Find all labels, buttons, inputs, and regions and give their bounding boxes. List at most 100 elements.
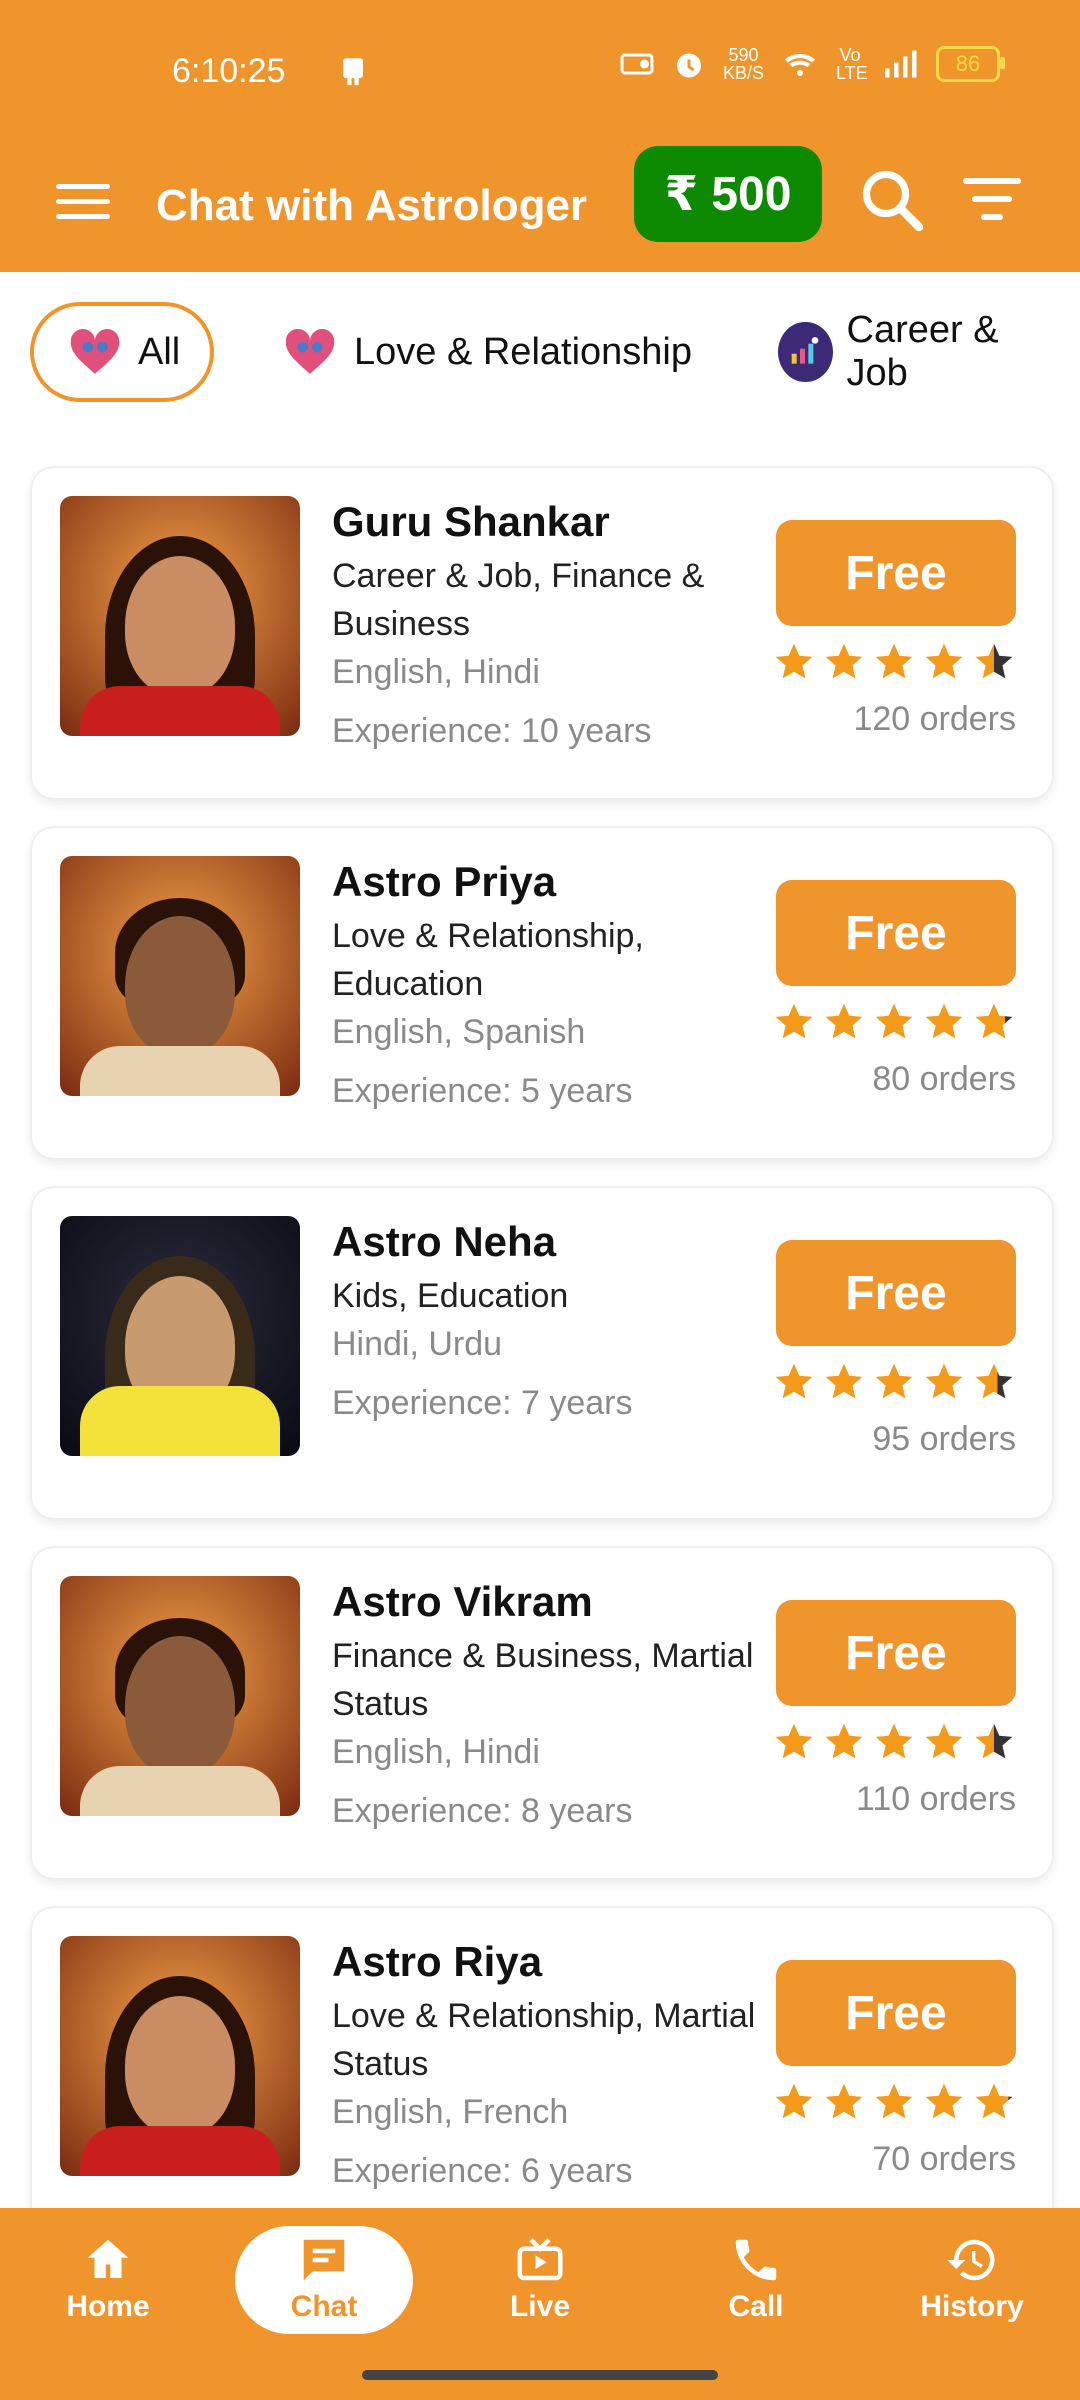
free-chat-button[interactable]: Free bbox=[776, 520, 1016, 626]
star-rating bbox=[772, 2080, 1022, 2124]
avatar bbox=[60, 1576, 300, 1816]
star-icon bbox=[875, 1363, 913, 1399]
astrologer-experience: Experience: 7 years bbox=[332, 1384, 633, 1422]
nav-home[interactable]: Home bbox=[28, 2230, 188, 2324]
chip-love-relationship[interactable]: Love & Relationship bbox=[248, 302, 722, 402]
free-chat-button[interactable]: Free bbox=[776, 880, 1016, 986]
home-icon bbox=[87, 2239, 129, 2278]
star-icon bbox=[875, 1723, 913, 1759]
astrologer-skills: Love & Relationship, Education bbox=[332, 917, 644, 1003]
star-rating bbox=[772, 640, 1022, 684]
avatar bbox=[60, 856, 300, 1096]
battery-icon: 86 bbox=[936, 46, 1005, 82]
orders-count: 95 orders bbox=[872, 1420, 1016, 1458]
star-icon bbox=[975, 1003, 1013, 1039]
nav-chat[interactable]: Chat bbox=[235, 2226, 413, 2334]
orders-count: 120 orders bbox=[853, 700, 1016, 738]
notification-icon bbox=[343, 58, 363, 86]
orders-count: 70 orders bbox=[872, 2140, 1016, 2178]
astrologer-card[interactable]: Astro Neha Kids, Education Hindi, Urdu E… bbox=[30, 1186, 1054, 1520]
nav-label: Call bbox=[728, 2290, 784, 2323]
star-icon bbox=[825, 1003, 863, 1039]
chip-label: Career & Job bbox=[846, 309, 999, 394]
filter-icon[interactable] bbox=[952, 168, 1032, 232]
career-icon bbox=[778, 322, 833, 382]
astrologer-skills: Love & Relationship, Martial Status bbox=[332, 1997, 756, 2083]
astrologer-languages: Hindi, Urdu bbox=[332, 1325, 503, 1363]
chat-icon bbox=[303, 2239, 345, 2281]
star-icon bbox=[825, 1723, 863, 1759]
astrologer-name: Astro Vikram bbox=[332, 1578, 593, 1625]
star-icon bbox=[975, 1363, 1013, 1399]
astrologer-name: Astro Neha bbox=[332, 1218, 557, 1265]
astrologer-skills: Kids, Education bbox=[332, 1277, 569, 1315]
avatar bbox=[60, 496, 300, 736]
astrologer-skills: Finance & Business, Martial Status bbox=[332, 1637, 754, 1723]
status-icons: 590 KB/S Vo LTE 86 bbox=[619, 45, 1005, 83]
star-icon bbox=[825, 1363, 863, 1399]
heart-couple-icon bbox=[66, 322, 124, 382]
chip-label: Love & Relationship bbox=[354, 330, 692, 373]
astrologer-name: Astro Priya bbox=[332, 858, 557, 905]
astrologer-experience: Experience: 10 years bbox=[332, 712, 652, 750]
cast-icon bbox=[620, 53, 654, 75]
menu-icon[interactable] bbox=[56, 174, 120, 238]
phone-icon bbox=[735, 2239, 777, 2281]
status-bar: 6:10:25 590 KB/S Vo LTE 86 bbox=[0, 0, 1080, 140]
history-icon bbox=[947, 2239, 995, 2281]
astrologer-card[interactable]: Astro Vikram Finance & Business, Martial… bbox=[30, 1546, 1054, 1880]
star-icon bbox=[875, 643, 913, 679]
star-icon bbox=[775, 1723, 813, 1759]
volte-label: Vo LTE bbox=[836, 45, 868, 83]
alarm-icon bbox=[676, 53, 701, 78]
orders-count: 110 orders bbox=[855, 1780, 1016, 1818]
astrologer-languages: English, Hindi bbox=[332, 653, 540, 691]
signal-icon bbox=[885, 50, 917, 78]
star-icon bbox=[975, 643, 1013, 679]
astrologer-languages: English, Hindi bbox=[332, 1733, 540, 1771]
nav-live[interactable]: Live bbox=[460, 2230, 620, 2324]
star-icon bbox=[925, 643, 963, 679]
star-icon bbox=[825, 2083, 863, 2119]
star-icon bbox=[925, 2083, 963, 2119]
page-title: Chat with Astrologer bbox=[156, 181, 588, 230]
search-icon[interactable] bbox=[856, 164, 928, 236]
free-chat-button[interactable]: Free bbox=[776, 1240, 1016, 1346]
nav-label: History bbox=[920, 2290, 1024, 2323]
star-icon bbox=[975, 2083, 1013, 2119]
net-speed-unit: KB/S bbox=[722, 63, 764, 83]
astrologer-experience: Experience: 5 years bbox=[332, 1072, 633, 1110]
star-rating bbox=[772, 1720, 1022, 1764]
astrologer-experience: Experience: 8 years bbox=[332, 1792, 633, 1830]
free-chat-button[interactable]: Free bbox=[776, 1960, 1016, 2066]
free-chat-button[interactable]: Free bbox=[776, 1600, 1016, 1706]
star-icon bbox=[925, 1723, 963, 1759]
astrologer-experience: Experience: 6 years bbox=[332, 2152, 633, 2190]
nav-history[interactable]: History bbox=[892, 2230, 1052, 2324]
heart-couple-icon bbox=[280, 322, 340, 382]
battery-level: 86 bbox=[955, 51, 981, 76]
app-bar: Chat with Astrologer ₹ 500 bbox=[0, 140, 1080, 272]
net-speed: 590 KB/S bbox=[723, 46, 764, 82]
star-icon bbox=[925, 1003, 963, 1039]
astrologer-card[interactable]: Astro Priya Love & Relationship, Educati… bbox=[30, 826, 1054, 1160]
nav-call[interactable]: Call bbox=[676, 2230, 836, 2324]
live-tv-icon bbox=[517, 2238, 563, 2281]
star-icon bbox=[775, 1363, 813, 1399]
astrologer-languages: English, French bbox=[332, 2093, 569, 2131]
star-icon bbox=[925, 1363, 963, 1399]
wifi-icon bbox=[785, 53, 815, 76]
category-chips: All Love & Relationship Career & Job bbox=[0, 300, 1080, 410]
astrologer-card[interactable]: Astro Riya Love & Relationship, Martial … bbox=[30, 1906, 1054, 2240]
chip-career-job[interactable]: Career & Job bbox=[746, 302, 1080, 402]
star-rating bbox=[772, 1000, 1022, 1044]
wallet-balance-button[interactable]: ₹ 500 bbox=[634, 146, 822, 242]
astrologer-card[interactable]: Guru Shankar Career & Job, Finance & Bus… bbox=[30, 466, 1054, 800]
net-speed-value: 590 bbox=[728, 45, 759, 65]
star-icon bbox=[875, 2083, 913, 2119]
avatar bbox=[60, 1216, 300, 1456]
home-indicator[interactable] bbox=[362, 2370, 718, 2380]
star-icon bbox=[775, 2083, 813, 2119]
orders-count: 80 orders bbox=[872, 1060, 1016, 1098]
chip-all[interactable]: All bbox=[30, 302, 214, 402]
